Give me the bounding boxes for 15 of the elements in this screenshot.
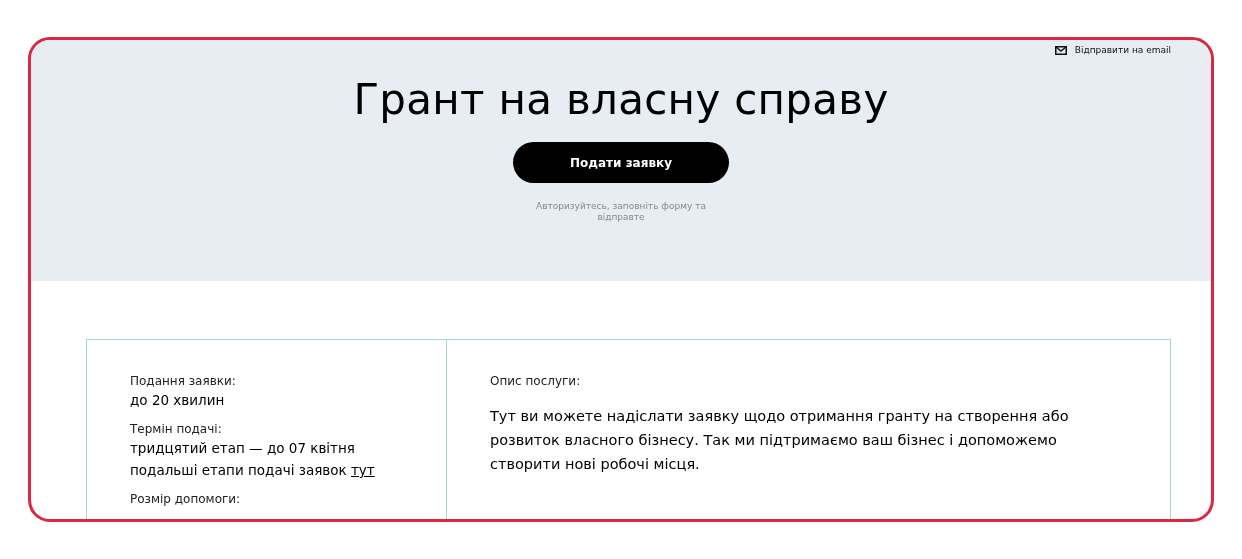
- apply-button[interactable]: Подати заявку: [513, 142, 729, 183]
- detail-label: Розмір допомоги:: [130, 492, 242, 506]
- detail-value: до 20 хвилин: [130, 391, 226, 410]
- description-text: Тут ви можете надіслати заявку щодо отримання гранту на створення або розвиток власного бізнесу. Так ми підтримаємо ваш бізнес і допоможемо створити нові робочі місця.: [490, 407, 1070, 474]
- detail-value: тридцятий етап — до 07 квітня: [130, 439, 356, 458]
- detail-label: Термін подачі:: [130, 422, 223, 436]
- detail-link[interactable]: тут: [350, 462, 375, 478]
- hint-text: Авторизуйтесь, заповніть форму та відправте: [535, 201, 707, 223]
- detail-value: подальші етапи подачі заявок: [130, 462, 347, 478]
- email-link-text[interactable]: Відправити на email: [1074, 45, 1171, 55]
- envelope-icon: [1054, 45, 1067, 55]
- email-link[interactable]: Відправити на email: [1054, 45, 1171, 55]
- description-label: Опис послуги:: [490, 374, 582, 388]
- page-title: Грант на власну справу: [353, 75, 889, 124]
- detail-label: Подання заявки:: [130, 374, 237, 388]
